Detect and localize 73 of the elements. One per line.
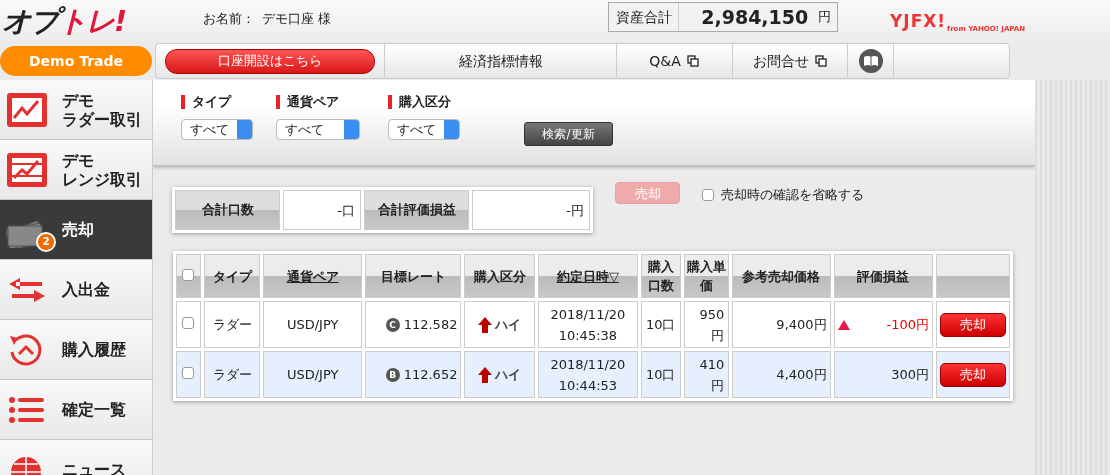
rate-mark-icon: C: [385, 318, 400, 332]
select-field[interactable]: すべて: [276, 119, 360, 140]
table-cell: ラダー: [212, 367, 252, 382]
sidebar-item[interactable]: 確定一覧: [0, 380, 153, 440]
select-field[interactable]: すべて: [388, 119, 460, 140]
table-cell: 9,400円: [776, 317, 827, 332]
sidebar-item[interactable]: デモ ラダー取引: [0, 80, 153, 140]
sidebar-item[interactable]: デモ レンジ取引: [0, 140, 153, 200]
column-sort-link[interactable]: 通貨ペア: [286, 268, 339, 284]
assets-value: 2,984,150: [701, 4, 810, 30]
sidebar-item[interactable]: 売却 2: [0, 200, 153, 260]
brand-logo: YJFX!: [890, 9, 947, 33]
column-header: 購入口数: [647, 259, 674, 293]
filter-label: タイプ: [181, 95, 276, 109]
select-field[interactable]: すべて: [181, 119, 253, 140]
count-badge: 2: [36, 232, 56, 252]
chart-icon: [6, 151, 48, 188]
nav-tab[interactable]: お問合せ: [732, 44, 849, 78]
triangle-icon: [837, 319, 850, 330]
filter-label: 通貨ペア: [276, 95, 388, 109]
table-cell: 112.582: [403, 317, 458, 332]
table-cell: USD/JPY: [286, 367, 339, 382]
table-cell: 10口: [645, 317, 676, 332]
sell-button[interactable]: 売却: [940, 362, 1006, 387]
checkbox[interactable]: [182, 268, 195, 281]
checkbox[interactable]: [702, 188, 714, 201]
rate-mark-icon: B: [385, 368, 400, 382]
nav-tab[interactable]: Q&A: [616, 44, 733, 78]
user-label: お名前：: [203, 10, 255, 29]
table-cell: 4,400円: [776, 367, 827, 382]
table-cell: ラダー: [212, 317, 252, 332]
column-header: 参考売却価格: [742, 268, 821, 284]
table-cell: 2018/11/20 10:45:38: [550, 306, 626, 343]
chart-icon: [6, 91, 48, 128]
logo-text: オプトレ!: [1, 3, 127, 40]
open-account-button[interactable]: 口座開設はこちら: [165, 48, 376, 74]
checkbox-label: 売却時の確認を省略する: [720, 186, 864, 204]
column-header: 購入区分: [473, 268, 526, 284]
checkbox[interactable]: [182, 367, 195, 379]
sidebar-item[interactable]: 入出金: [0, 260, 153, 320]
user-name: デモ口座 様: [261, 10, 331, 29]
nav-tab[interactable]: 経済指標情報: [385, 44, 617, 78]
currency-unit: 円: [817, 8, 831, 27]
table-cell: 10口: [645, 367, 676, 382]
up-arrow-icon: [478, 316, 493, 333]
external-link-icon: [687, 55, 700, 67]
table-cell: 410円: [699, 356, 725, 393]
table-cell: 2018/11/20 10:44:53: [550, 356, 626, 393]
summary-value: -口: [283, 190, 361, 230]
summary-label: 合計評価損益: [377, 201, 456, 220]
table-cell: USD/JPY: [286, 317, 339, 332]
sell-button[interactable]: 売却: [940, 312, 1006, 337]
up-arrow-icon: [478, 366, 493, 383]
table-cell-text: ハイ: [495, 366, 522, 384]
external-link-icon: [815, 55, 828, 67]
column-header: 購入単価: [686, 259, 726, 293]
table-cell: 112.652: [403, 367, 458, 382]
table-cell-text: ハイ: [495, 316, 522, 334]
search-button[interactable]: 検索/更新: [524, 122, 613, 146]
table-cell: 950円: [699, 306, 725, 343]
book-icon[interactable]: [858, 49, 883, 73]
assets-label: 資産合計: [615, 7, 672, 27]
column-header: 目標レート: [380, 268, 446, 284]
table-cell-text: 300円: [891, 366, 929, 384]
summary-label: 合計口数: [201, 201, 254, 220]
summary-value: -円: [472, 190, 590, 230]
sidebar-item[interactable]: 購入履歴: [0, 320, 153, 380]
column-header: 評価損益: [857, 268, 910, 284]
mode-badge: Demo Trade: [0, 46, 152, 76]
filter-label: 購入区分: [388, 95, 468, 109]
checkbox[interactable]: [182, 317, 195, 329]
table-cell-text: -100円: [886, 316, 929, 334]
column-header: タイプ: [212, 268, 252, 284]
